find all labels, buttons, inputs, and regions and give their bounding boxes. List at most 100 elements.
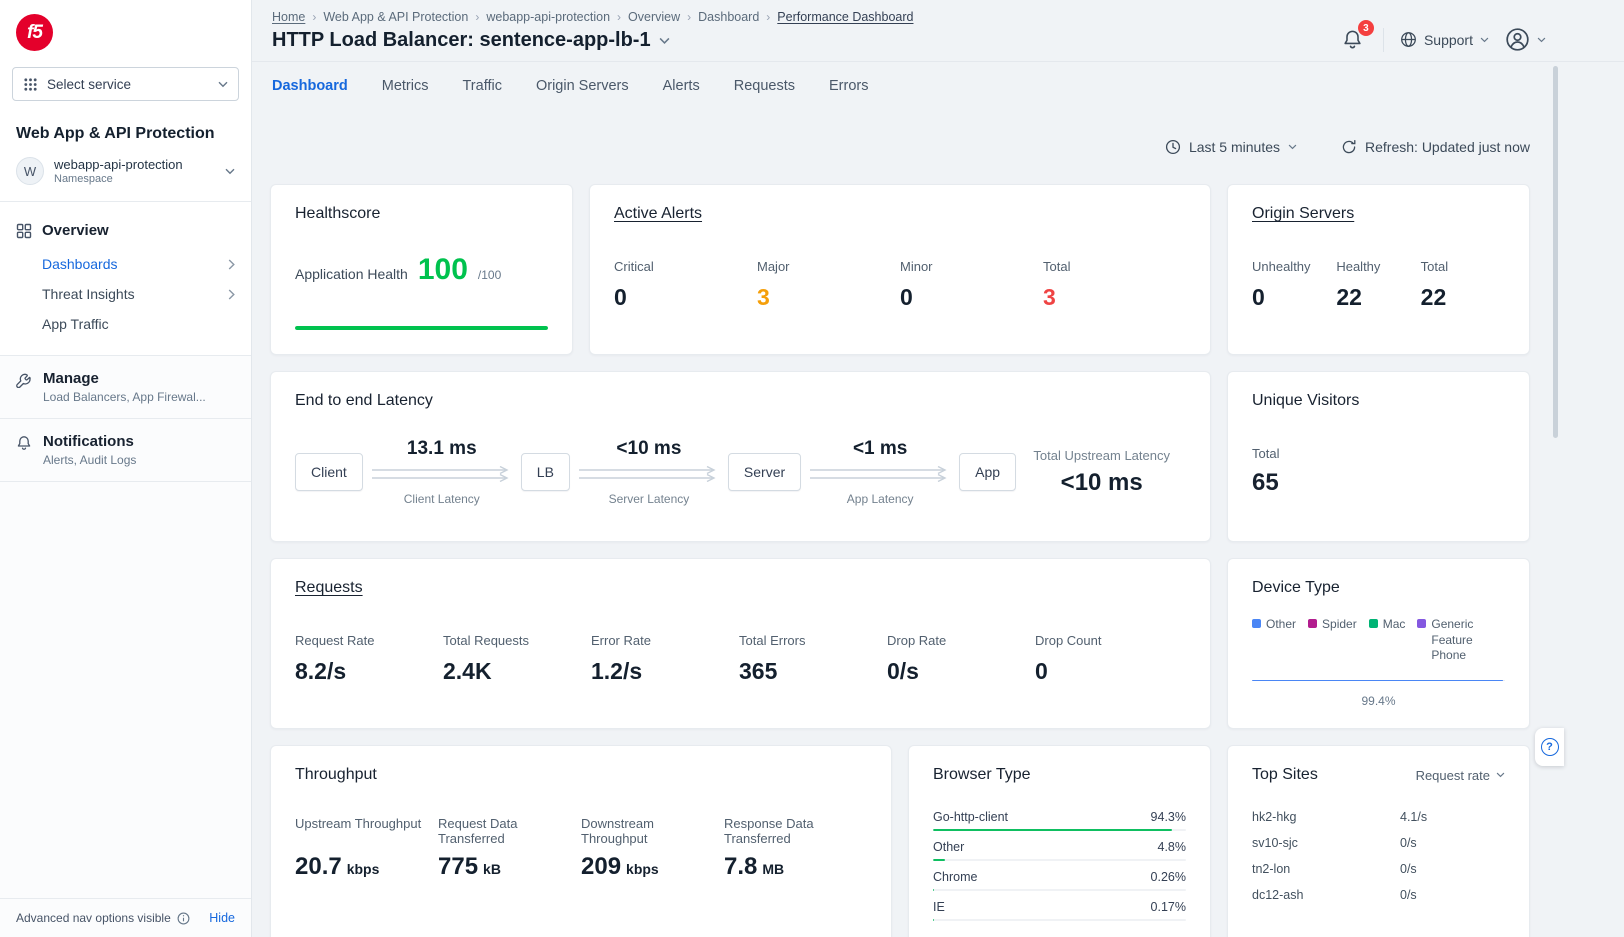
site-name: dc12-ash <box>1252 888 1400 902</box>
sidebar-footer: Advanced nav options visible Hide <box>0 898 251 937</box>
hide-nav-link[interactable]: Hide <box>209 911 235 925</box>
tab-metrics[interactable]: Metrics <box>382 78 429 94</box>
breadcrumb-waap[interactable]: Web App & API Protection <box>323 10 468 24</box>
manage-description: Load Balancers, App Firewal... <box>43 390 206 404</box>
divider <box>1383 28 1384 52</box>
application-health-label: Application Health <box>295 266 408 282</box>
double-arrow-right-icon <box>808 466 952 482</box>
top-site-row: tn2-lon 0/s <box>1252 856 1505 882</box>
info-icon[interactable] <box>177 912 190 925</box>
metric-label: Response Data Transferred <box>724 816 857 849</box>
site-name: tn2-lon <box>1252 862 1400 876</box>
metric-label: Error Rate <box>591 633 739 648</box>
browser-row-ie: IE 0.17% <box>933 900 1186 921</box>
legend-label: Generic Feature Phone <box>1431 617 1489 664</box>
service-select-dropdown[interactable]: Select service <box>12 67 239 101</box>
latency-node-client: Client <box>295 453 363 491</box>
top-sites-list: hk2-hkg 4.1/s sv10-sjc 0/s tn2-lon 0/s d… <box>1252 804 1505 908</box>
sidebar-item-threat-insights[interactable]: Threat Insights <box>16 279 235 309</box>
chevron-down-icon <box>218 81 228 88</box>
breadcrumb-separator: › <box>312 10 316 24</box>
chevron-right-icon <box>228 289 235 300</box>
metric-value: 0 <box>1252 284 1336 311</box>
top-sites-sort-dropdown[interactable]: Request rate <box>1416 768 1505 783</box>
browser-bar-fill <box>933 829 1172 831</box>
app-latency-segment: <1 ms App Latency <box>801 438 959 506</box>
latency-node-server: Server <box>728 453 801 491</box>
f5-logo: f5 <box>16 14 53 51</box>
latency-node-app: App <box>959 453 1016 491</box>
sidebar: f5 Select service Web App & API Protecti… <box>0 0 252 937</box>
product-title: Web App & API Protection <box>0 105 251 147</box>
metric-label: Minor <box>900 259 1043 274</box>
chevron-down-icon <box>1480 37 1489 43</box>
metric-value: 0 <box>614 284 757 311</box>
sidebar-item-app-traffic[interactable]: App Traffic <box>16 309 235 339</box>
tab-bar: Dashboard Metrics Traffic Origin Servers… <box>252 62 1624 106</box>
latency-node-lb: LB <box>521 453 570 491</box>
help-button[interactable]: ? <box>1535 728 1564 766</box>
browser-type-title: Browser Type <box>933 766 1186 784</box>
tab-traffic[interactable]: Traffic <box>462 78 501 94</box>
metric-unit: kbps <box>626 861 659 877</box>
vertical-scrollbar[interactable] <box>1553 66 1558 438</box>
legend-item-mac: Mac <box>1369 617 1406 664</box>
metric-value: 1.2/s <box>591 658 739 685</box>
sidebar-filler <box>0 482 251 898</box>
account-menu-button[interactable] <box>1505 27 1546 52</box>
wrench-icon <box>16 372 32 388</box>
major-alerts-metric: Major 3 <box>757 259 900 311</box>
title-chevron-down-icon[interactable] <box>659 37 670 45</box>
breadcrumb-namespace[interactable]: webapp-api-protection <box>486 10 610 24</box>
sidebar-item-notifications[interactable]: Notifications Alerts, Audit Logs <box>0 419 251 481</box>
browser-bar-track <box>933 919 1186 921</box>
tab-errors[interactable]: Errors <box>829 78 868 94</box>
metric-value: 3 <box>757 284 900 311</box>
breadcrumb-performance-dashboard[interactable]: Performance Dashboard <box>777 10 913 24</box>
device-type-legend: Other Spider Mac Generic Feature Phone <box>1252 617 1505 664</box>
chevron-down-icon <box>1288 144 1297 150</box>
legend-swatch <box>1308 619 1317 628</box>
breadcrumb-separator: › <box>475 10 479 24</box>
healthscore-title: Healthscore <box>295 205 548 223</box>
tab-alerts[interactable]: Alerts <box>663 78 700 94</box>
logo-row: f5 <box>0 0 251 57</box>
breadcrumb-dashboard[interactable]: Dashboard <box>698 10 759 24</box>
tab-requests[interactable]: Requests <box>734 78 795 94</box>
time-range-selector[interactable]: Last 5 minutes <box>1165 139 1297 155</box>
namespace-name: webapp-api-protection <box>54 157 183 173</box>
notifications-bell-button[interactable]: 3 <box>1338 25 1367 54</box>
metric-value: 3 <box>1043 284 1186 311</box>
breadcrumb-overview[interactable]: Overview <box>628 10 680 24</box>
healthscore-max: /100 <box>478 268 501 282</box>
advanced-nav-label: Advanced nav options visible <box>16 911 171 925</box>
support-menu-button[interactable]: Support <box>1400 31 1489 48</box>
threat-insights-label: Threat Insights <box>42 286 135 302</box>
breadcrumb-home[interactable]: Home <box>272 10 305 24</box>
tab-origin-servers[interactable]: Origin Servers <box>536 78 629 94</box>
tab-dashboard[interactable]: Dashboard <box>272 78 348 94</box>
browser-bar-fill <box>933 859 945 861</box>
legend-label: Mac <box>1383 617 1406 633</box>
metric-value: 209 <box>581 853 621 881</box>
browser-label: IE <box>933 900 945 914</box>
total-upstream-latency: Total Upstream Latency <10 ms <box>1033 448 1186 497</box>
metric-value: 20.7 <box>295 853 342 881</box>
namespace-selector[interactable]: W webapp-api-protection Namespace <box>0 147 251 201</box>
sidebar-item-manage[interactable]: Manage Load Balancers, App Firewal... <box>0 356 251 418</box>
active-alerts-title-link[interactable]: Active Alerts <box>614 205 1186 223</box>
healthscore-card: Healthscore Application Health 100 /100 <box>270 184 573 355</box>
request-data-transferred-metric: Request Data Transferred 775 kB <box>438 816 581 881</box>
chevron-down-icon <box>225 168 235 175</box>
requests-title-link[interactable]: Requests <box>295 579 1186 597</box>
unique-visitors-title: Unique Visitors <box>1252 392 1505 410</box>
sidebar-item-overview[interactable]: Overview <box>16 216 235 249</box>
upstream-throughput-metric: Upstream Throughput 20.7 kbps <box>295 816 438 881</box>
metric-label: Request Data Transferred <box>438 816 571 849</box>
refresh-button[interactable]: Refresh: Updated just now <box>1341 139 1530 155</box>
browser-percent: 4.8% <box>1158 840 1187 854</box>
top-header: Home › Web App & API Protection › webapp… <box>252 0 1624 62</box>
total-servers-metric: Total 22 <box>1421 259 1505 311</box>
sidebar-item-dashboards[interactable]: Dashboards <box>16 249 235 279</box>
origin-servers-title-link[interactable]: Origin Servers <box>1252 205 1505 223</box>
